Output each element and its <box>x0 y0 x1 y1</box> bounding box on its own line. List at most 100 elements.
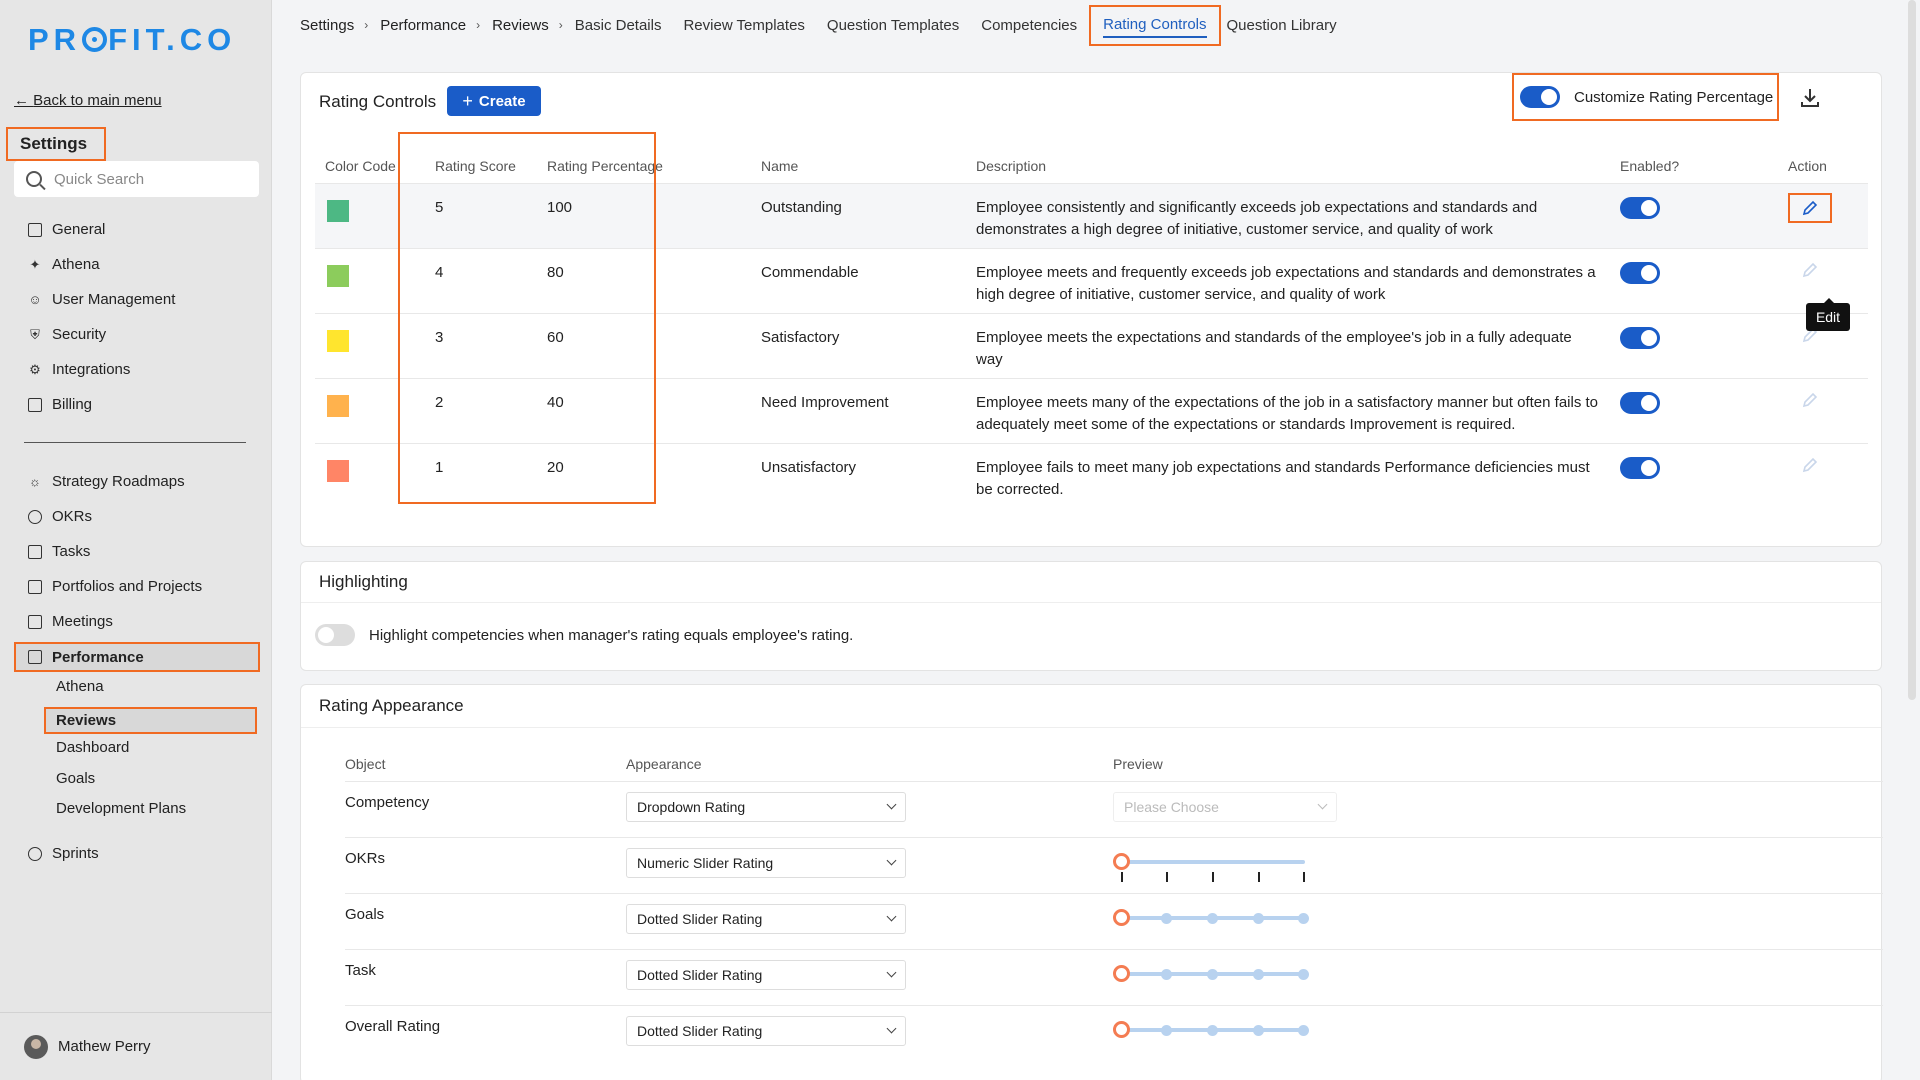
sidebar-sub-development-plans[interactable]: Development Plans <box>56 800 186 817</box>
appearance-select[interactable]: Numeric Slider Rating <box>626 847 906 878</box>
slider-knob[interactable] <box>1113 1020 1130 1038</box>
rating-description: Employee fails to meet many job expectat… <box>966 442 1610 508</box>
pencil-icon[interactable] <box>1802 262 1818 278</box>
rating-description: Employee meets the expectations and stan… <box>966 312 1610 378</box>
dotted-slider-preview[interactable] <box>1113 908 1313 934</box>
sidebar-sub-goals[interactable]: Goals <box>56 770 95 787</box>
sidebar-item-label: General <box>52 221 106 238</box>
rating-name: Outstanding <box>751 182 966 248</box>
sidebar-item-security[interactable]: ⛨ Security <box>0 317 272 352</box>
tab-basic-details[interactable]: Basic Details <box>575 17 662 34</box>
breadcrumb-performance[interactable]: Performance <box>380 17 466 34</box>
tab-question-templates[interactable]: Question Templates <box>827 17 959 34</box>
table-row: 3 60 Satisfactory Employee meets the exp… <box>315 312 1868 378</box>
back-to-main-menu-link[interactable]: ← Back to main menu <box>14 92 162 109</box>
enabled-toggle[interactable] <box>1620 391 1660 414</box>
shield-icon: ⛨ <box>30 326 40 342</box>
sidebar-item-label: Strategy Roadmaps <box>52 473 185 490</box>
rating-score: 5 <box>425 182 537 248</box>
chevron-right-icon: › <box>558 18 563 32</box>
object-name: Overall Rating <box>345 1004 626 1061</box>
sidebar-item-sprints[interactable]: Sprints <box>0 836 272 871</box>
sidebar-item-meetings[interactable]: Meetings <box>0 604 272 639</box>
tab-review-templates[interactable]: Review Templates <box>683 17 804 34</box>
breadcrumb-reviews[interactable]: Reviews <box>492 17 549 34</box>
enabled-toggle[interactable] <box>1620 326 1660 349</box>
modules-nav: ☼ Strategy Roadmaps OKRs Tasks Portfolios… <box>0 464 272 639</box>
sidebar-item-tasks[interactable]: Tasks <box>0 534 272 569</box>
slider-knob[interactable] <box>1113 852 1130 870</box>
sidebar-item-general[interactable]: General <box>0 212 272 247</box>
select-value: Dotted Slider Rating <box>637 1022 763 1039</box>
enabled-toggle[interactable] <box>1620 196 1660 219</box>
chevron-down-icon <box>886 911 897 922</box>
preview-placeholder: Please Choose <box>1124 798 1219 815</box>
appearance-select[interactable]: Dropdown Rating <box>626 791 906 822</box>
enabled-toggle[interactable] <box>1620 456 1660 479</box>
edit-button[interactable] <box>1788 192 1832 223</box>
appearance-select[interactable]: Dotted Slider Rating <box>626 903 906 934</box>
slider-knob[interactable] <box>1113 964 1130 982</box>
sidebar-item-integrations[interactable]: ⚙ Integrations <box>0 352 272 387</box>
dotted-slider-preview[interactable] <box>1113 964 1313 990</box>
download-icon[interactable] <box>1799 87 1821 109</box>
pencil-icon[interactable] <box>1802 457 1818 473</box>
highlighting-title: Highlighting <box>319 572 408 591</box>
calendar-icon <box>28 614 42 629</box>
enabled-toggle[interactable] <box>1620 261 1660 284</box>
tab-rating-controls[interactable]: Rating Controls <box>1089 4 1221 46</box>
slider-dot <box>1207 1024 1218 1036</box>
chevron-down-icon <box>886 855 897 866</box>
breadcrumb-settings[interactable]: Settings <box>300 17 354 34</box>
slider-dot <box>1161 912 1172 924</box>
table-header-row: Object Appearance Preview <box>345 747 1883 781</box>
slider-dot <box>1161 968 1172 980</box>
table-header-row: Color Code Rating Score Rating Percentag… <box>315 149 1868 183</box>
numeric-slider-preview[interactable] <box>1113 852 1313 882</box>
sidebar-item-athena[interactable]: ✦ Athena <box>0 247 272 282</box>
quick-search-input[interactable]: Quick Search <box>14 161 259 197</box>
slider-knob[interactable] <box>1113 908 1130 926</box>
chevron-down-icon <box>886 967 897 978</box>
customize-rating-toggle[interactable] <box>1520 86 1560 108</box>
tab-question-library[interactable]: Question Library <box>1227 17 1337 34</box>
chevron-down-icon <box>886 1023 897 1034</box>
gear-icon: ⚙ <box>29 361 41 377</box>
slider-dot <box>1207 912 1218 924</box>
create-button[interactable]: + Create <box>447 86 541 116</box>
customize-rating-label: Customize Rating Percentage <box>1574 88 1774 106</box>
sidebar-sub-dashboard[interactable]: Dashboard <box>56 739 129 756</box>
highlighting-option: Highlight competencies when manager's ra… <box>315 624 853 646</box>
appearance-select[interactable]: Dotted Slider Rating <box>626 959 906 990</box>
chevron-right-icon: › <box>476 18 481 32</box>
select-value: Dotted Slider Rating <box>637 910 763 927</box>
sidebar-item-portfolios[interactable]: Portfolios and Projects <box>0 569 272 604</box>
sidebar-item-billing[interactable]: Billing <box>0 387 272 422</box>
sidebar-item-label: Integrations <box>52 361 131 378</box>
sidebar-item-label: Billing <box>52 396 93 413</box>
slider-dot <box>1298 968 1309 980</box>
rating-appearance-card: Rating Appearance Object Appearance Prev… <box>300 684 1883 1080</box>
slider-tick <box>1121 871 1123 882</box>
back-label: Back to main menu <box>33 92 162 109</box>
appearance-select[interactable]: Dotted Slider Rating <box>626 1015 906 1046</box>
pencil-icon[interactable] <box>1802 392 1818 408</box>
dotted-slider-preview[interactable] <box>1113 1020 1313 1046</box>
rating-percentage: 20 <box>537 442 751 508</box>
sidebar-item-okrs[interactable]: OKRs <box>0 499 272 534</box>
object-name: OKRs <box>345 836 626 893</box>
highlight-competencies-toggle[interactable] <box>315 624 355 646</box>
user-profile[interactable]: Mathew Perry <box>0 1012 272 1080</box>
profit-co-logo[interactable]: PR FIT.CO <box>28 22 236 58</box>
page-scrollbar[interactable] <box>1908 0 1916 700</box>
slider-dot <box>1253 912 1264 924</box>
sidebar-sub-reviews[interactable]: Reviews <box>44 707 257 734</box>
sidebar-item-user-management[interactable]: ☺ User Management <box>0 282 272 317</box>
search-icon <box>26 171 42 187</box>
sidebar-sub-athena[interactable]: Athena <box>56 678 104 695</box>
tab-competencies[interactable]: Competencies <box>981 17 1077 34</box>
chevron-down-icon <box>1317 799 1328 810</box>
sidebar-item-performance[interactable]: Performance <box>14 642 260 672</box>
sidebar-item-label: Portfolios and Projects <box>52 578 203 595</box>
sidebar-item-strategy-roadmaps[interactable]: ☼ Strategy Roadmaps <box>0 464 272 499</box>
